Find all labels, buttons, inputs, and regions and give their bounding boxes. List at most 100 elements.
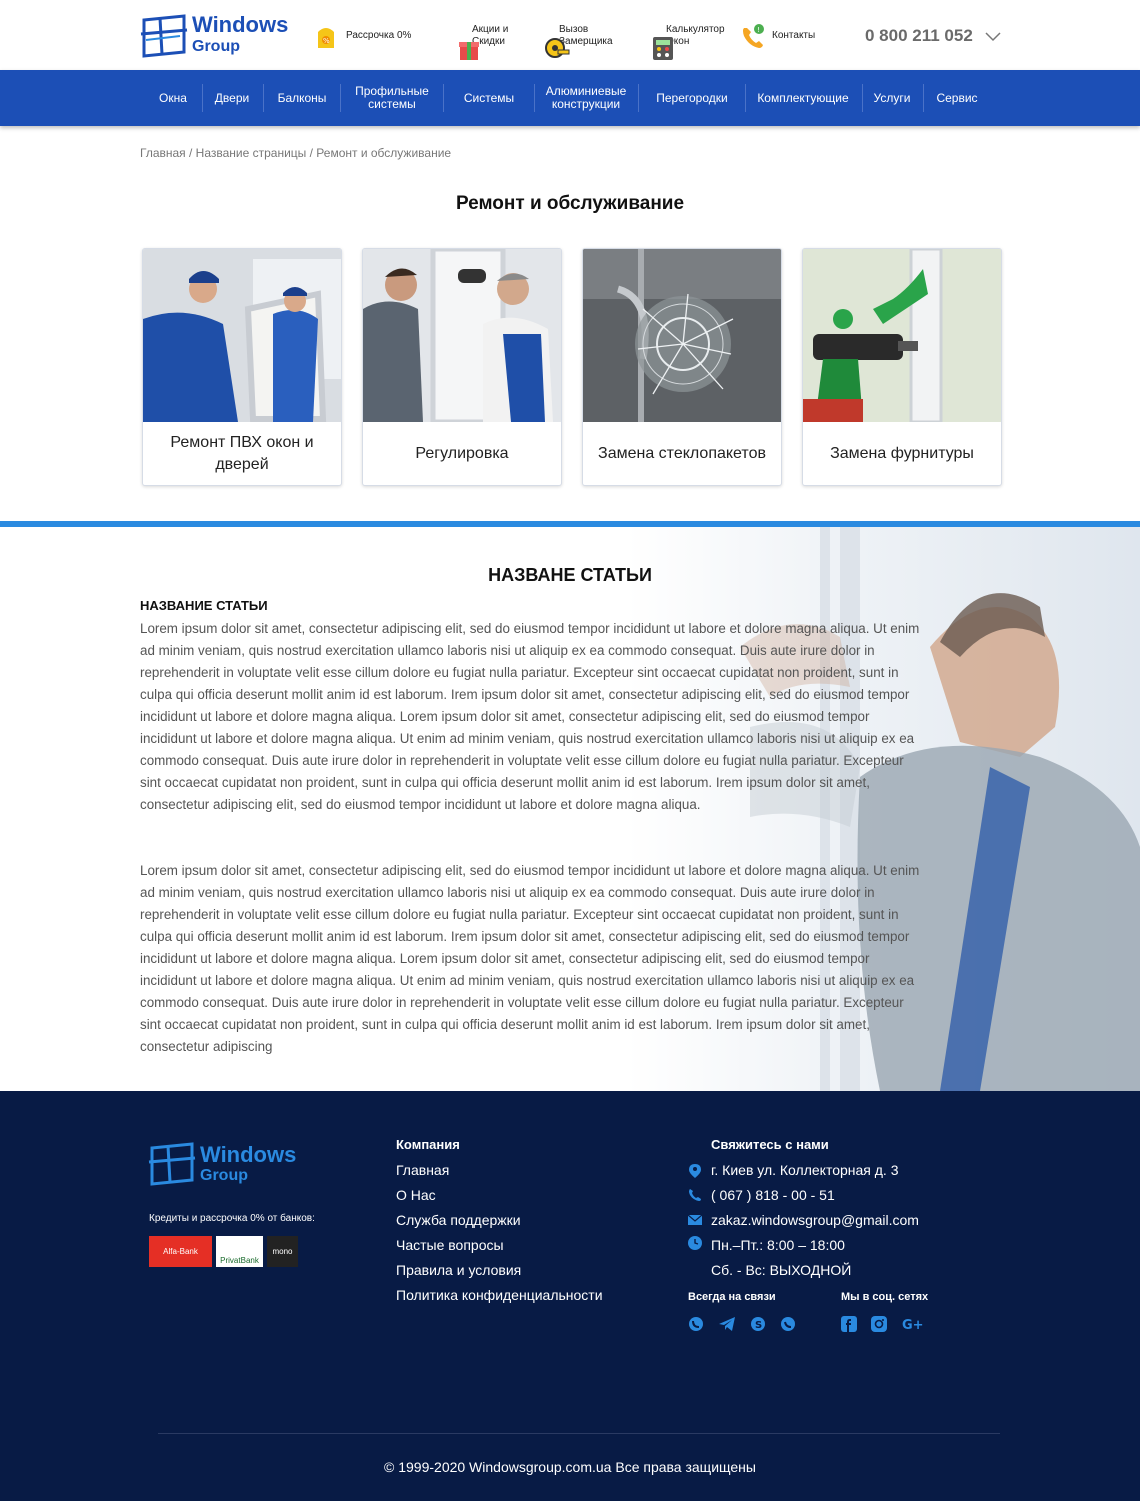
skype-icon[interactable]: S xyxy=(750,1316,766,1332)
service-card-image xyxy=(363,249,561,425)
calculator-label: Калькулятор Окон xyxy=(666,24,725,47)
footer-logo[interactable]: Windows Group xyxy=(148,1141,296,1192)
footer-logo-text-group: Group xyxy=(200,1167,248,1184)
footer-link-home[interactable]: Главная xyxy=(396,1162,449,1178)
nav-item-components[interactable]: Комплектующие xyxy=(748,70,858,126)
nav-divider xyxy=(923,84,924,112)
top-header: Windows Group % Рассрочка 0% Акции и Ски… xyxy=(0,0,1140,70)
mail-icon xyxy=(687,1213,703,1227)
logo-text-windows: Windows xyxy=(192,12,289,37)
nav-item-balconies[interactable]: Балконы xyxy=(267,70,337,126)
site-footer: Windows Group Кредиты и рассрочка 0% от … xyxy=(0,1091,1140,1501)
phone-icon xyxy=(688,1188,702,1202)
main-navigation: Окна Двери Балконы Профильные системы Си… xyxy=(0,70,1140,126)
service-card-caption: Замена стеклопакетов xyxy=(598,445,766,462)
svg-text:%: % xyxy=(323,37,330,45)
viber-icon[interactable] xyxy=(688,1316,704,1332)
contact-email[interactable]: zakaz.windowsgroup@gmail.com xyxy=(711,1212,919,1228)
service-card-fittings-replacement[interactable]: Замена фурнитуры xyxy=(802,248,1002,486)
nav-item-service[interactable]: Сервис xyxy=(928,70,986,126)
nav-divider xyxy=(263,84,264,112)
contact-address: г. Киев ул. Коллекторная д. 3 xyxy=(711,1162,899,1178)
service-card-caption: Ремонт ПВХ окон и дверей xyxy=(170,434,314,473)
contacts-label: Контакты xyxy=(772,30,816,41)
working-hours-weekdays: Пн.–Пт.: 8:00 – 18:00 xyxy=(711,1237,845,1253)
service-card-image xyxy=(143,249,341,422)
nav-divider xyxy=(862,84,863,112)
nav-item-services[interactable]: Услуги xyxy=(866,70,918,126)
installment-link[interactable]: % Рассрочка 0% xyxy=(314,18,411,54)
article-paragraph-1: Lorem ipsum dolor sit amet, consectetur … xyxy=(140,621,920,812)
installment-label: Рассрочка 0% xyxy=(346,30,412,41)
svg-text:S: S xyxy=(755,1320,762,1331)
bank-logo-alfa[interactable]: Alfa-Bank xyxy=(149,1236,212,1267)
whatsapp-icon[interactable] xyxy=(780,1316,796,1332)
window-logo-icon xyxy=(148,1142,196,1186)
breadcrumb[interactable]: Главная / Название страницы / Ремонт и о… xyxy=(140,146,451,160)
nav-divider xyxy=(638,84,639,112)
nav-divider xyxy=(745,84,746,112)
bank-logo-mono[interactable]: mono xyxy=(267,1236,298,1267)
working-hours-weekend: Сб. - Вс: ВЫХОДНОЙ xyxy=(711,1262,852,1278)
clock-icon xyxy=(688,1236,702,1250)
location-pin-icon xyxy=(688,1163,702,1178)
facebook-icon[interactable] xyxy=(841,1316,857,1332)
nav-item-aluminum[interactable]: Алюминиевые конструкции xyxy=(538,70,634,126)
service-card-image xyxy=(803,249,1001,424)
phone-icon: ! xyxy=(740,22,764,50)
contacts-link[interactable]: ! Контакты xyxy=(740,18,815,54)
footer-link-support[interactable]: Служба поддержки xyxy=(396,1212,521,1228)
contact-phone[interactable]: ( 067 ) 818 - 00 - 51 xyxy=(711,1187,835,1203)
google-plus-icon[interactable]: G+ xyxy=(902,1316,926,1333)
nav-item-systems[interactable]: Системы xyxy=(447,70,531,126)
chevron-down-icon[interactable] xyxy=(985,29,1001,47)
copyright: © 1999-2020 Windowsgroup.com.ua Все прав… xyxy=(384,1459,756,1475)
social-heading: Мы в соц. сетях xyxy=(841,1291,929,1303)
footer-link-privacy[interactable]: Политика конфиденциальности xyxy=(396,1287,603,1303)
service-card-glass-replacement[interactable]: Замена стеклопакетов xyxy=(582,248,782,486)
nav-item-windows[interactable]: Окна xyxy=(150,70,196,126)
nav-divider xyxy=(534,84,535,112)
nav-item-profile-systems[interactable]: Профильные системы xyxy=(344,70,440,126)
service-card-adjustment[interactable]: Регулировка xyxy=(362,248,562,486)
header-phone-number[interactable]: 0 800 211 052 xyxy=(865,26,973,46)
svg-text:!: ! xyxy=(757,26,760,34)
nav-item-partitions[interactable]: Перегородки xyxy=(642,70,742,126)
footer-link-terms[interactable]: Правила и условия xyxy=(396,1262,521,1278)
article-title: НАЗВАНЕ СТАТЬИ xyxy=(488,565,652,585)
gift-icon xyxy=(440,22,479,60)
nav-divider xyxy=(340,84,341,112)
company-heading: Компания xyxy=(396,1137,460,1152)
article-paragraph-2: Lorem ipsum dolor sit amet, consectetur … xyxy=(140,863,920,1054)
tape-measure-icon xyxy=(527,22,570,58)
logo-text-group: Group xyxy=(192,38,240,55)
page-title: Ремонт и обслуживание xyxy=(455,193,685,214)
credit-text: Кредиты и рассрочка 0% от банков: xyxy=(149,1213,315,1224)
footer-divider xyxy=(158,1433,1000,1434)
instagram-icon[interactable] xyxy=(871,1316,887,1332)
site-logo[interactable]: Windows Group xyxy=(140,12,290,60)
installment-icon: % xyxy=(314,22,338,50)
calculator-icon xyxy=(634,22,673,60)
service-card-pvc-repair[interactable]: Ремонт ПВХ окон и дверей xyxy=(142,248,342,486)
footer-link-about[interactable]: О Нас xyxy=(396,1187,436,1203)
calculator-link[interactable]: Калькулятор Окон xyxy=(634,18,725,60)
footer-logo-text-windows: Windows xyxy=(200,1142,297,1167)
svg-text:G+: G+ xyxy=(902,1318,924,1332)
nav-divider xyxy=(202,84,203,112)
article-subtitle: НАЗВАНИЕ СТАТЬИ xyxy=(140,598,268,613)
messengers-heading: Всегда на связи xyxy=(688,1291,776,1303)
nav-divider xyxy=(443,84,444,112)
article-section: НАЗВАНЕ СТАТЬИ НАЗВАНИЕ СТАТЬИ Lorem ips… xyxy=(0,527,1140,1091)
nav-item-doors[interactable]: Двери xyxy=(206,70,258,126)
bank-logo-privat[interactable]: PrivatBank xyxy=(216,1236,263,1267)
telegram-icon[interactable] xyxy=(718,1316,735,1332)
service-card-caption: Регулировка xyxy=(415,445,509,462)
service-card-caption: Замена фурнитуры xyxy=(830,445,974,462)
measurer-link[interactable]: Вызов Замерщика xyxy=(527,18,613,58)
promo-link[interactable]: Акции и Скидки xyxy=(440,18,508,60)
window-logo-icon xyxy=(140,14,188,58)
footer-link-faq[interactable]: Частые вопросы xyxy=(396,1237,504,1253)
service-card-image xyxy=(583,249,781,422)
contacts-heading: Свяжитесь с нами xyxy=(711,1137,829,1152)
